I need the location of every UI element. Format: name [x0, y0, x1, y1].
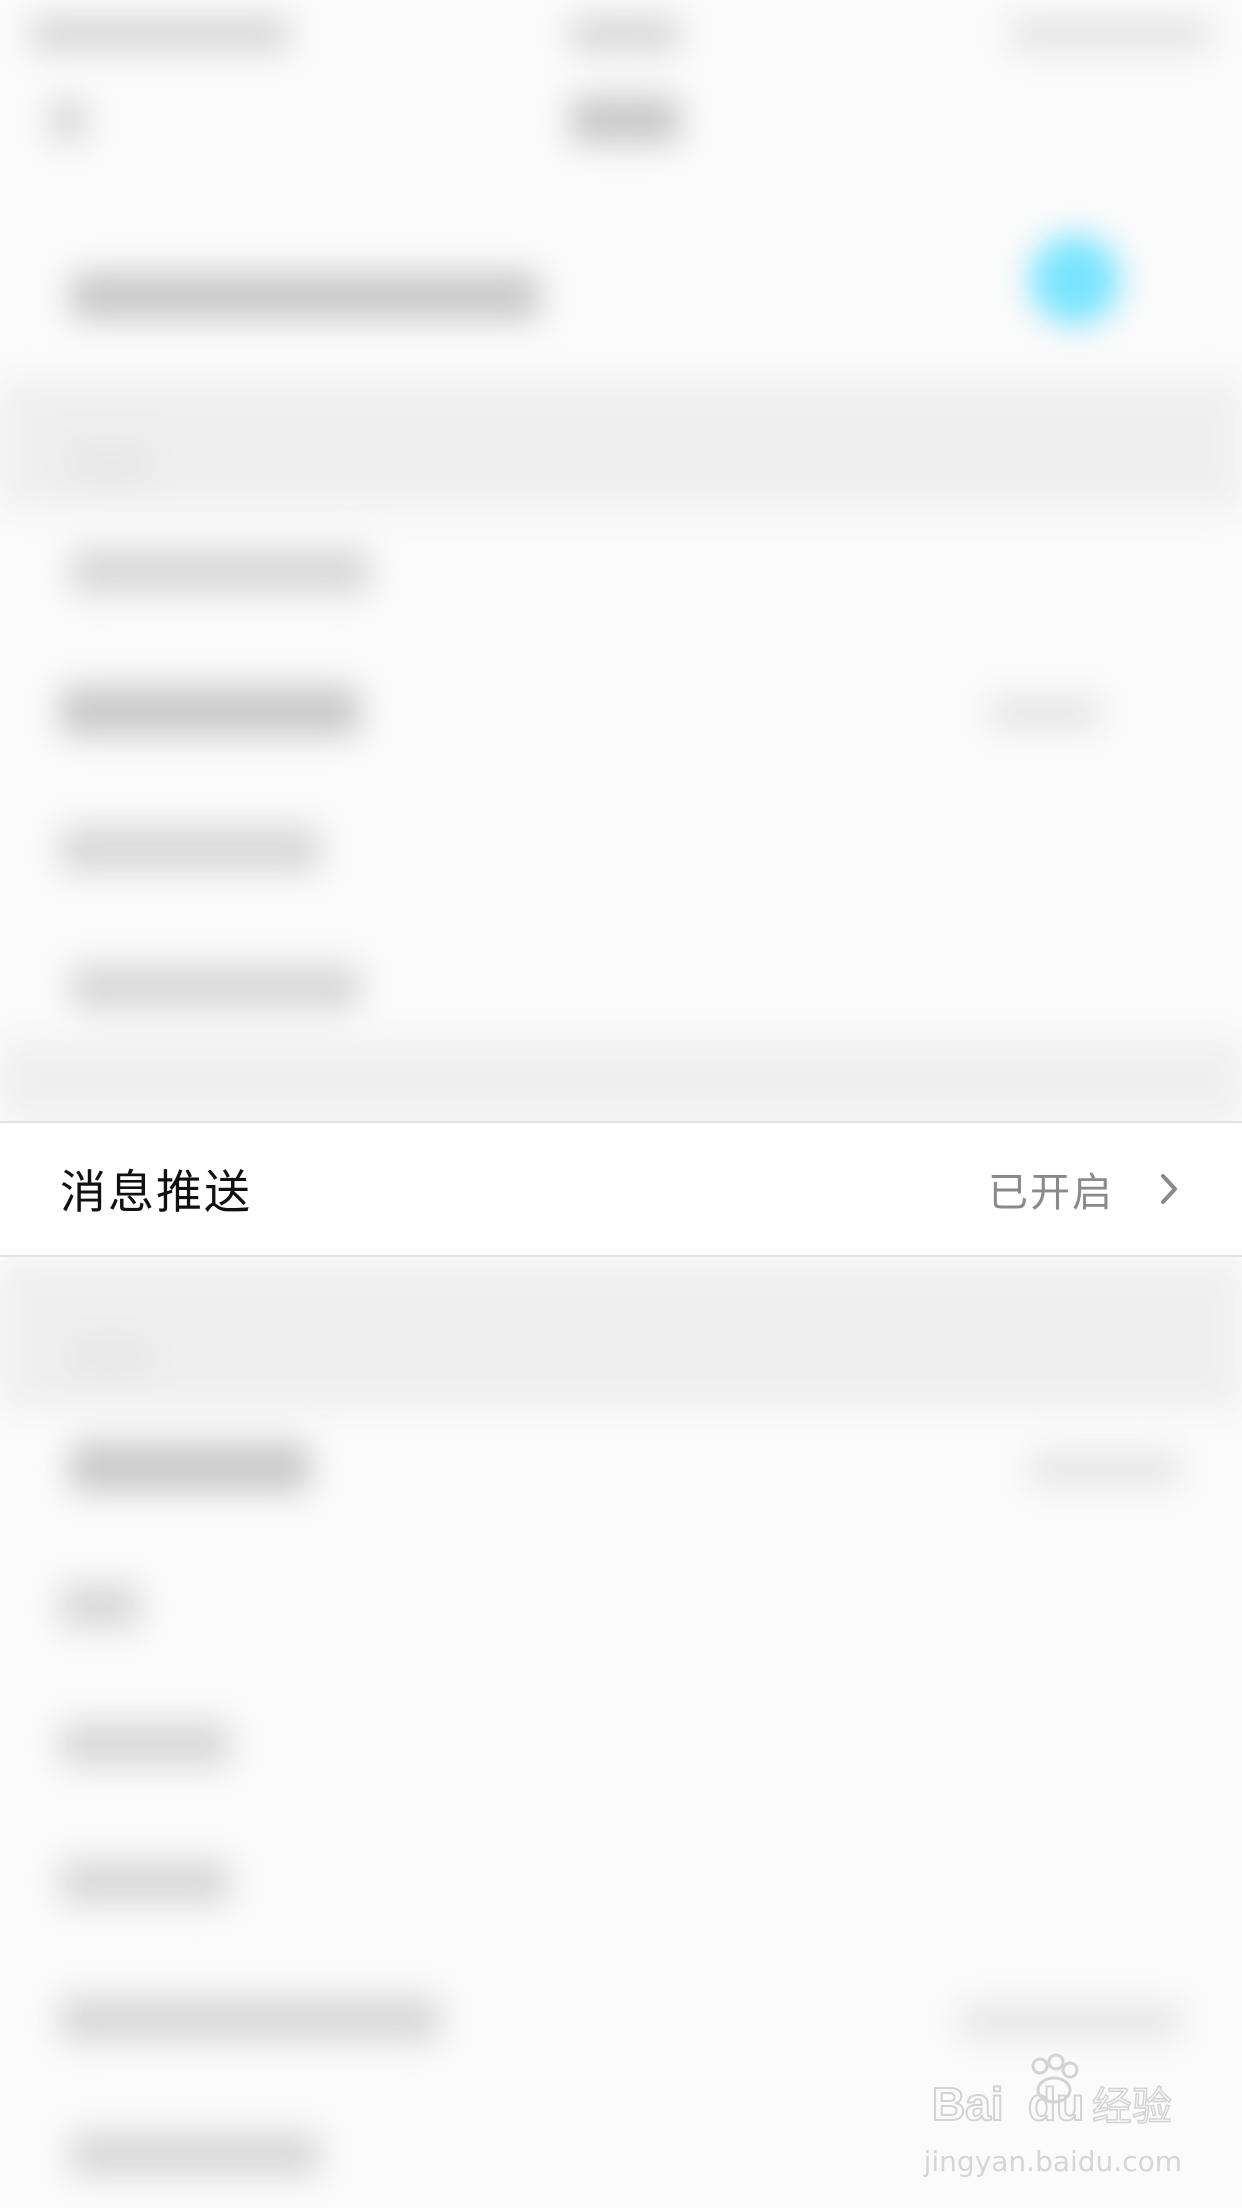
- status-bar-carrier: [30, 16, 290, 52]
- status-bar-time: [570, 16, 680, 52]
- list-item[interactable]: [70, 964, 360, 1010]
- list-item-value: [960, 2004, 1180, 2038]
- list-item[interactable]: [70, 1442, 310, 1492]
- avatar[interactable]: [1030, 235, 1120, 325]
- list-item[interactable]: [70, 548, 370, 594]
- section-separator: [0, 1040, 1242, 1120]
- nav-title: [570, 96, 680, 144]
- list-item-value: [990, 696, 1100, 730]
- message-push-row[interactable]: 消息推送 已开启: [0, 1121, 1242, 1257]
- svg-text:Bai: Bai: [932, 2078, 1004, 2130]
- list-item[interactable]: [60, 1584, 140, 1628]
- list-item[interactable]: [60, 826, 320, 872]
- message-push-status: 已开启: [988, 1170, 1114, 1216]
- list-item[interactable]: [60, 686, 360, 736]
- back-icon[interactable]: [50, 98, 86, 142]
- settings-screen: 消息推送 已开启 Bai du 经验 jingyan.baidu.com: [0, 0, 1242, 2208]
- baidu-logo-cn: 经验: [1092, 2084, 1172, 2130]
- baidu-jingyan-watermark: Bai du 经验 jingyan.baidu.com: [924, 2048, 1182, 2178]
- blurred-background: [0, 0, 1242, 2208]
- list-item[interactable]: [60, 1722, 230, 1766]
- svg-text:du: du: [1028, 2078, 1084, 2130]
- list-item[interactable]: [60, 1996, 440, 2042]
- list-item[interactable]: [70, 2132, 320, 2176]
- list-item[interactable]: [60, 1860, 230, 1904]
- message-push-label: 消息推送: [60, 1165, 252, 1219]
- baidu-logo: Bai du 经验: [932, 2053, 1173, 2131]
- status-bar-battery: [1010, 16, 1210, 52]
- section-header-text: [70, 445, 150, 479]
- chevron-right-icon: [1161, 1174, 1177, 1204]
- section-header-text: [70, 1340, 150, 1374]
- section-header-band: [0, 1260, 1242, 1410]
- watermark-url: jingyan.baidu.com: [923, 2145, 1182, 2178]
- list-item-value: [1030, 1452, 1180, 1486]
- account-row-text: [70, 272, 540, 320]
- section-header-band: [0, 380, 1242, 510]
